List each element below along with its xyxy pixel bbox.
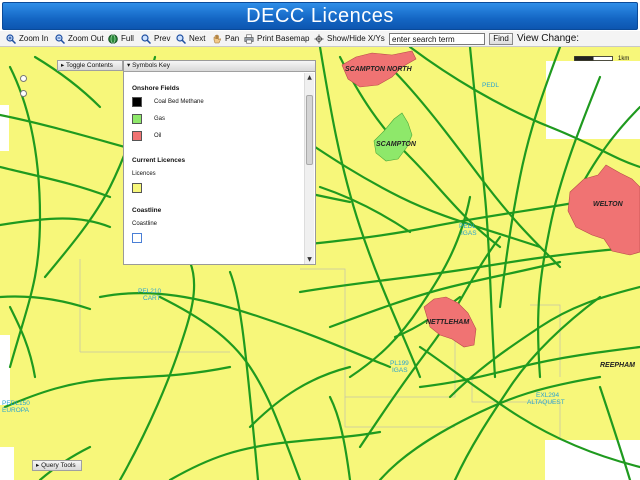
licence-label: PEDL [482,82,499,89]
search-input[interactable] [389,33,485,45]
licences-swatch [132,183,142,193]
coastline-label: Coastline [132,221,158,227]
prev-label: Prev [154,34,171,43]
app-title: DECC Licences [2,2,638,30]
symbols-key-label: Symbols Key [132,62,171,69]
scale-bar: 1km [574,53,636,67]
place-label-welton: WELTON [593,201,624,208]
coal-bed-methane-swatch [132,96,142,107]
magnifier-minus-icon [55,34,65,44]
licence-label: PEL210 [138,288,162,295]
scrollbar-thumb[interactable] [306,95,313,165]
place-label-nettleham: NETTLEHAM [426,319,469,326]
legend-label: Oil [154,132,162,139]
licence-label: EXL294 [536,392,560,399]
hand-icon [213,34,222,44]
licence-label: CART [143,295,161,302]
legend-label: Coal Bed Methane [154,98,204,105]
crosshair-icon [314,34,324,44]
zoom-in-button[interactable]: Zoom In [6,31,48,47]
licence-label: PL199 [390,360,409,367]
licence-label: IGAS [392,367,408,374]
show-hide-xy-button[interactable]: Show/Hide X/Ys [314,31,385,47]
coastline-swatch [132,233,142,243]
place-label-scampton: SCAMPTON [376,141,417,148]
gas-swatch [132,113,142,124]
full-extent-button[interactable]: Full [108,31,134,47]
scroll-down-icon[interactable]: ▼ [305,255,314,264]
scale-bar-graphic [574,56,613,61]
blank-tile [0,105,9,151]
legend-item: Gas [132,111,304,126]
zoom-in-label: Zoom In [19,34,49,43]
zoom-out-button[interactable]: Zoom Out [55,31,104,47]
find-button[interactable]: Find [489,33,513,45]
blank-tile [546,61,640,139]
licence-label: PEDL150 [2,400,30,407]
full-label: Full [121,34,134,43]
query-tools-label: Query Tools [41,462,76,469]
blank-tile [545,440,640,480]
symbols-key-panel: ▾ Symbols Key Onshore Fields Coal Bed Me… [123,60,316,265]
print-basemap-button[interactable]: Print Basemap [244,31,309,47]
toolbar: Zoom In Zoom Out Full Prev Next Pan Prin… [0,31,640,47]
magnifier-plus-icon [6,34,16,44]
query-tools-button[interactable]: ▸ Query Tools [32,460,82,471]
pan-control[interactable] [20,75,30,111]
blank-tile [0,447,14,480]
symbols-key-header[interactable]: ▾ Symbols Key [124,61,315,72]
map-svg[interactable]: SCAMPTON NORTH SCAMPTON WELTON NETTLEHAM… [0,47,640,480]
current-licences-title: Current Licences [132,157,186,164]
licence-label: IGAS [461,230,477,237]
pan-button[interactable]: Pan [212,31,239,47]
place-label-scampton-north: SCAMPTON NORTH [345,66,413,73]
view-change-label: View Change: [517,33,580,44]
zoom-out-label: Zoom Out [68,34,104,43]
legend-item: Coal Bed Methane [132,94,304,109]
map-canvas[interactable]: SCAMPTON NORTH SCAMPTON WELTON NETTLEHAM… [0,47,640,480]
blank-tile [0,335,10,405]
show-hide-label: Show/Hide X/Ys [327,34,385,43]
prev-extent-button[interactable]: Prev [141,31,170,47]
printer-icon [244,34,254,44]
scale-bar-label: 1km [618,56,630,62]
licence-label: ALTAQUEST [527,399,565,406]
licence-label: PEDL [459,223,476,230]
toggle-contents-label: Toggle Contents [65,62,113,69]
toggle-contents-button[interactable]: ▸ Toggle Contents [57,60,123,71]
magnifier-forward-icon [176,34,186,44]
licences-label: Licences [132,171,156,177]
symbols-key-body: Onshore Fields Coal Bed Methane Gas Oil … [124,72,304,264]
globe-icon [108,34,118,44]
next-label: Next [189,34,206,43]
magnifier-back-icon [141,34,151,44]
pan-down-icon[interactable] [20,90,27,97]
onshore-fields-title: Onshore Fields [132,85,180,92]
next-extent-button[interactable]: Next [176,31,205,47]
print-basemap-label: Print Basemap [257,34,310,43]
oil-swatch [132,130,142,141]
scroll-up-icon[interactable]: ▲ [305,73,314,82]
pan-up-icon[interactable] [20,75,27,82]
coastline-title: Coastline [132,207,162,214]
legend-scrollbar[interactable]: ▲ ▼ [304,73,314,264]
legend-label: Gas [154,115,166,122]
title-bar: DECC Licences [0,0,640,31]
place-label-reepham: REEPHAM [600,362,635,369]
legend-item: Oil [132,128,304,143]
licence-label: EUROPA [2,407,30,414]
pan-label: Pan [225,34,240,43]
